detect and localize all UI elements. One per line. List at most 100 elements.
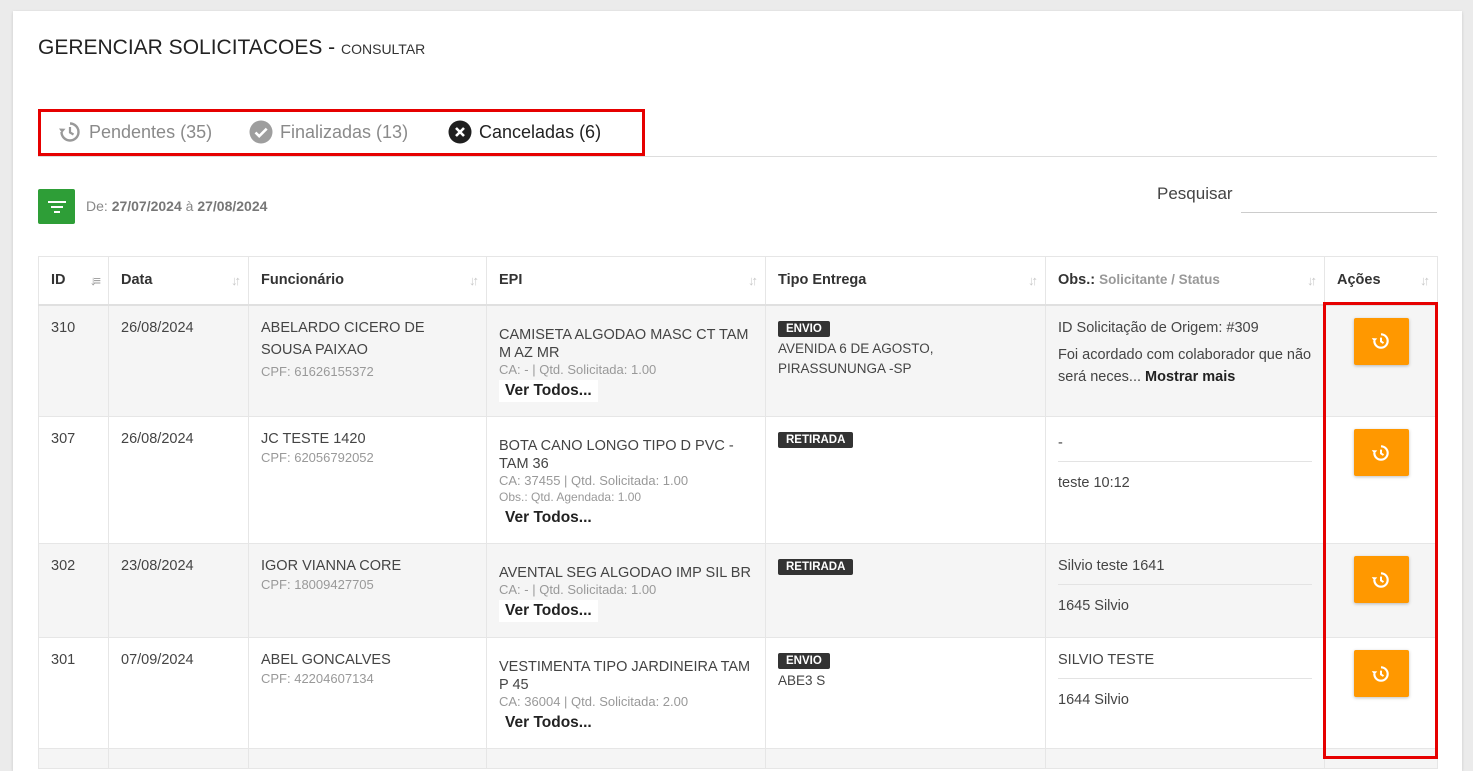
obs-requester: Silvio teste 1641	[1058, 558, 1312, 585]
cell-data: 07/09/2024	[108, 637, 249, 749]
epi-ca: CA: - | Qtd. Solicitada: 1.00	[499, 361, 657, 377]
history-icon	[58, 120, 82, 144]
delivery-type-badge: ENVIO	[778, 320, 830, 337]
col-funcionario-header[interactable]: Funcionário ↓↑	[248, 256, 487, 306]
employee-cpf: CPF: 18009427705	[261, 577, 374, 592]
cell-tipo: ENVIO ABE3 S	[765, 637, 1046, 749]
epi-name: VESTIMENTA TIPO JARDINEIRA TAM P 45	[499, 659, 751, 693]
close-circle-icon	[448, 120, 472, 144]
filter-icon	[47, 200, 66, 203]
cell-obs: ID Solicitação de Origem: #309 Foi acorda…	[1045, 304, 1325, 417]
main-card: GERENCIAR SOLICITACOES - CONSULTAR Pende…	[13, 11, 1462, 771]
ver-todos-link[interactable]: Ver Todos...	[499, 379, 598, 402]
table-row: 301 07/09/2024 ABEL GONCALVES CPF: 422046…	[38, 637, 1438, 749]
search-input[interactable]	[1241, 180, 1437, 213]
ver-todos-link[interactable]: Ver Todos...	[499, 712, 598, 734]
delivery-type-badge: RETIRADA	[778, 432, 854, 448]
sort-icon: ↓↑	[1420, 273, 1430, 288]
restore-button[interactable]	[1353, 429, 1409, 476]
table-row: 310 26/08/2024 ABELARDO CICERO DE SOUSA …	[38, 304, 1438, 417]
date-from: 27/07/2024	[111, 198, 182, 214]
employee-name: ABEL GONCALVES	[261, 652, 391, 668]
tab-finalizadas-label: Finalizadas (13)	[280, 121, 409, 142]
employee-name: IGOR VIANNA CORE	[261, 558, 402, 574]
cell-acoes	[1324, 543, 1438, 638]
cell-data: 23/08/2024	[108, 543, 249, 638]
table-row: 302 23/08/2024 IGOR VIANNA CORE CPF: 1800…	[38, 543, 1438, 638]
tab-pendentes-label: Pendentes (35)	[89, 121, 213, 142]
cell-funcionario: JC TESTE 1420 CPF: 62056792052	[248, 416, 487, 544]
cell-funcionario: ABEL GONCALVES CPF: 42204607134	[248, 637, 487, 749]
sort-icon: ↓↑	[748, 273, 758, 288]
cell-acoes	[1324, 416, 1438, 544]
table-row	[38, 748, 1438, 769]
obs-status: Foi acordado com colaborador que não ser…	[1058, 346, 1312, 385]
obs-requester: ID Solicitação de Origem: #309	[1058, 319, 1259, 336]
cell-funcionario: IGOR VIANNA CORE CPF: 18009427705	[248, 543, 487, 638]
col-id-header[interactable]: ID ↓≡	[38, 256, 109, 306]
cell-id: 301	[38, 637, 109, 749]
requests-table: ID ↓≡ Data ↓↑ Funcionário ↓↑ EPI ↓↑ Tipo Ent…	[38, 256, 1438, 769]
tab-finalizadas[interactable]: Finalizadas (13)	[249, 119, 408, 145]
col-acoes-header[interactable]: Ações ↓↑	[1324, 256, 1438, 306]
restore-icon	[1371, 571, 1389, 588]
employee-cpf: CPF: 61626155372	[261, 363, 374, 379]
tab-pendentes[interactable]: Pendentes (35)	[58, 119, 212, 145]
restore-button[interactable]	[1353, 650, 1409, 697]
cell-epi: AVENTAL SEG ALGODAO IMP SIL BR CA: - | Qt…	[486, 543, 766, 638]
cell-tipo: RETIRADA	[765, 416, 1046, 544]
ver-todos-link[interactable]: Ver Todos...	[499, 507, 598, 529]
col-data-header[interactable]: Data ↓↑	[108, 256, 249, 306]
obs-status: 1645 Silvio	[1058, 598, 1129, 614]
epi-ca: CA: - | Qtd. Solicitada: 1.00	[499, 582, 657, 597]
epi-name: BOTA CANO LONGO TIPO D PVC - TAM 36	[499, 438, 734, 472]
cell-epi: VESTIMENTA TIPO JARDINEIRA TAM P 45 CA: 3…	[486, 637, 766, 749]
restore-button[interactable]	[1353, 556, 1409, 603]
epi-ca: CA: 36004 | Qtd. Solicitada: 2.00	[499, 694, 689, 709]
cell-data: 26/08/2024	[108, 416, 249, 544]
cell-epi: BOTA CANO LONGO TIPO D PVC - TAM 36 CA: 3…	[486, 416, 766, 544]
sort-icon: ↓↑	[469, 273, 479, 288]
epi-scheduled: Obs.: Qtd. Agendada: 1.00	[499, 490, 642, 504]
restore-icon	[1371, 665, 1389, 682]
cell-id: 302	[38, 543, 109, 638]
col-tipo-header[interactable]: Tipo Entrega ↓↑	[765, 256, 1046, 306]
restore-button[interactable]	[1353, 317, 1409, 365]
epi-name: CAMISETA ALGODAO MASC CT TAM M AZ MR	[499, 326, 749, 361]
tab-canceladas[interactable]: Canceladas (6)	[448, 119, 601, 145]
cell-acoes	[1324, 637, 1438, 749]
cell-acoes	[1324, 304, 1438, 417]
cell-obs: - teste 10:12	[1045, 416, 1325, 544]
delivery-type-badge: RETIRADA	[778, 559, 854, 575]
show-more-link[interactable]: Mostrar mais	[1145, 369, 1235, 385]
delivery-address: ABE3 S	[778, 673, 826, 688]
cell-obs: SILVIO TESTE 1644 Silvio	[1045, 637, 1325, 749]
sort-desc-icon: ↓≡	[89, 273, 101, 288]
cell-id: 310	[38, 304, 109, 417]
cell-tipo: ENVIO AVENIDA 6 DE AGOSTO, PIRASSUNUNGA -…	[765, 304, 1046, 417]
employee-cpf: CPF: 42204607134	[261, 671, 374, 686]
obs-requester: -	[1058, 435, 1312, 462]
page-title-sub: CONSULTAR	[341, 41, 426, 57]
restore-icon	[1371, 333, 1389, 349]
page-title: GERENCIAR SOLICITACOES - CONSULTAR	[38, 36, 425, 60]
tab-canceladas-label: Canceladas (6)	[479, 121, 602, 142]
epi-ca: CA: 37455 | Qtd. Solicitada: 1.00	[499, 473, 689, 488]
ver-todos-link[interactable]: Ver Todos...	[499, 600, 598, 622]
table-header-row: ID ↓≡ Data ↓↑ Funcionário ↓↑ EPI ↓↑ Tipo Ent…	[38, 256, 1438, 306]
obs-requester: SILVIO TESTE	[1058, 652, 1312, 679]
status-tabs: Pendentes (35) Finalizadas (13) Cancelad…	[38, 109, 1437, 157]
cell-epi: CAMISETA ALGODAO MASC CT TAM M AZ MR CA: …	[486, 304, 766, 417]
col-epi-header[interactable]: EPI ↓↑	[486, 256, 766, 306]
sort-icon: ↓↑	[1307, 273, 1317, 288]
cell-id: 307	[38, 416, 109, 544]
sort-icon: ↓↑	[1028, 273, 1038, 288]
obs-status: teste 10:12	[1058, 475, 1130, 491]
cell-tipo: RETIRADA	[765, 543, 1046, 638]
cell-funcionario: ABELARDO CICERO DE SOUSA PAIXAO CPF: 6162…	[248, 304, 487, 417]
delivery-address: AVENIDA 6 DE AGOSTO, PIRASSUNUNGA -SP	[778, 340, 934, 376]
col-obs-header[interactable]: Obs.: Solicitante / Status ↓↑	[1045, 256, 1325, 306]
filter-button[interactable]	[38, 189, 75, 224]
employee-cpf: CPF: 62056792052	[261, 450, 374, 465]
search-label: Pesquisar	[1157, 184, 1233, 203]
